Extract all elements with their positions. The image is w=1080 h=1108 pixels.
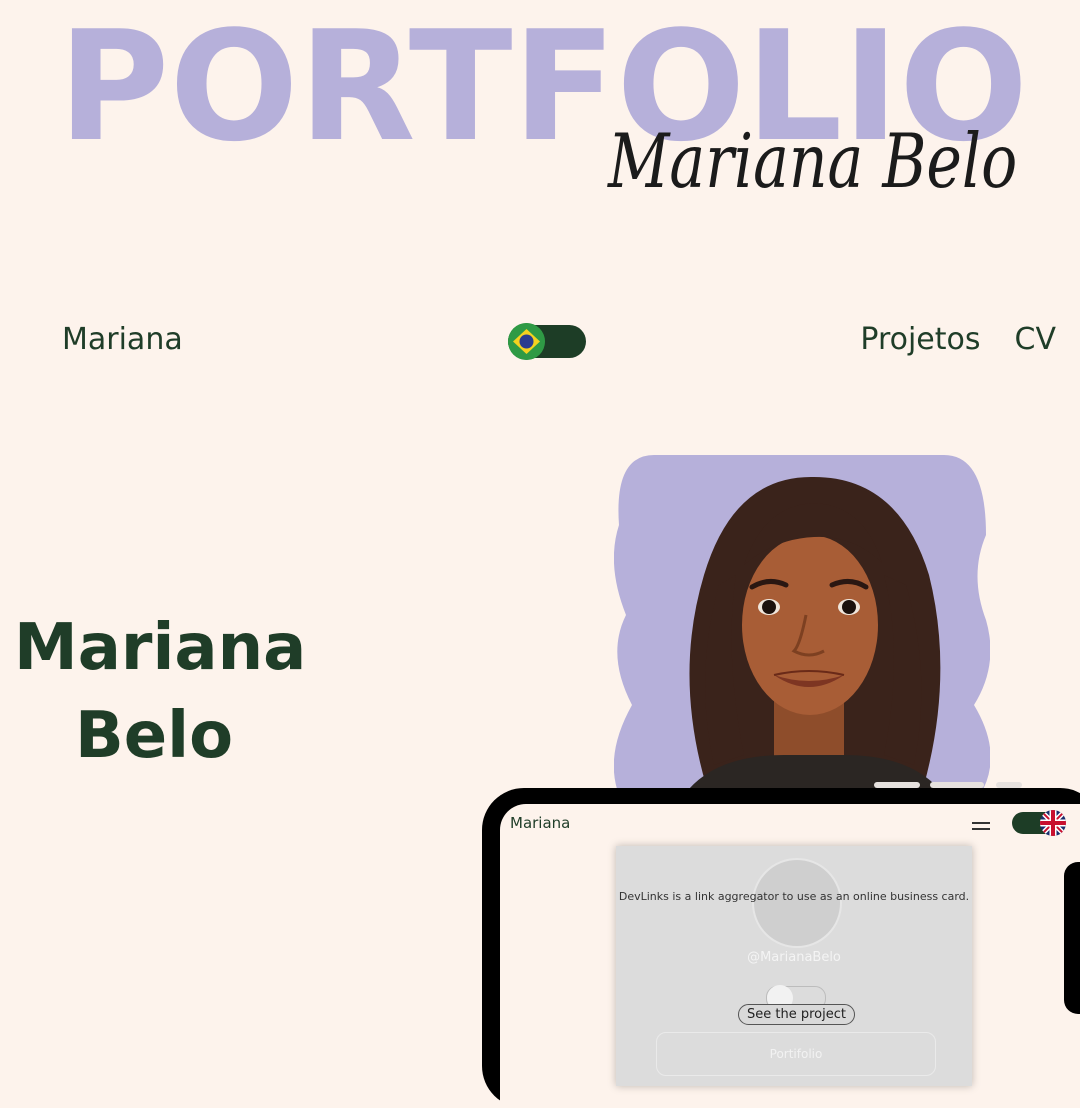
second-phone-edge: [1064, 862, 1080, 1014]
language-toggle[interactable]: [508, 323, 586, 360]
nav-brand[interactable]: Mariana: [62, 322, 183, 357]
uk-flag-icon: [1040, 810, 1066, 836]
signature-name: Mariana Belo: [608, 118, 1018, 206]
nav-links: Projetos CV: [860, 322, 1056, 357]
project-card[interactable]: DevLinks is a link aggregator to use as …: [616, 846, 972, 1086]
mobile-language-toggle[interactable]: [1012, 810, 1066, 836]
hero-first-name: Mariana: [14, 611, 307, 685]
avatar: [614, 455, 990, 795]
phone-mockup: Mariana DevLinks is a link aggregator to…: [482, 788, 1080, 1108]
profile-photo: [752, 858, 842, 948]
hero-name: Mariana Belo: [14, 604, 307, 780]
profile-handle: @MarianaBelo: [747, 950, 841, 965]
hero-last-name: Belo: [74, 699, 234, 773]
phone-screen: Mariana DevLinks is a link aggregator to…: [500, 804, 1080, 1108]
brazil-flag-icon: [508, 323, 545, 360]
portfolio-link-button: Portifolio: [656, 1032, 936, 1076]
hamburger-menu-icon[interactable]: [972, 822, 990, 834]
project-description: DevLinks is a link aggregator to use as …: [618, 890, 970, 903]
nav-link-cv[interactable]: CV: [1015, 322, 1056, 357]
mobile-nav-brand[interactable]: Mariana: [510, 814, 570, 832]
see-project-button[interactable]: See the project: [738, 1004, 855, 1025]
nav-link-projetos[interactable]: Projetos: [860, 322, 980, 357]
